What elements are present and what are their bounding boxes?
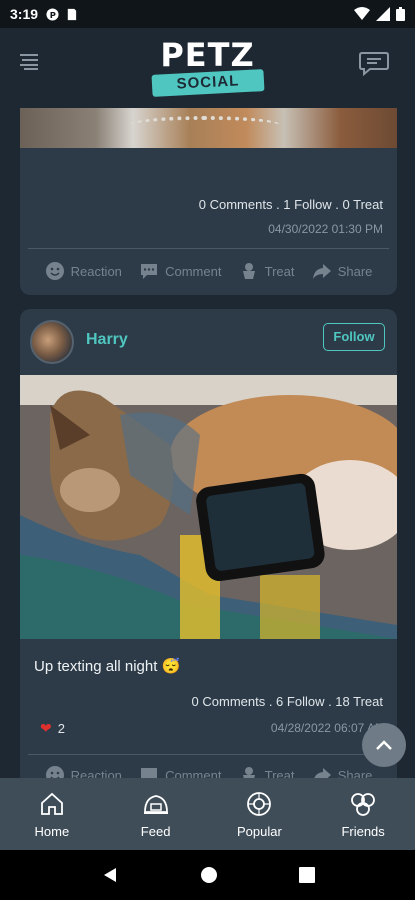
scroll-to-top-button[interactable] [362,723,406,767]
share-icon [313,768,331,778]
home-circle-icon[interactable] [200,866,218,884]
share-button[interactable]: Share [312,261,373,281]
logo-social: SOCIAL [151,69,264,97]
battery-icon [396,7,405,21]
comment-button[interactable]: Comment [139,765,221,778]
status-bar: 3:19 P [0,0,415,28]
treat-icon [242,263,255,279]
nav-feed-label: Feed [140,823,171,839]
reaction-icon [45,766,64,778]
likes-count: 2 [57,721,65,736]
reaction-label: Reaction [70,263,122,279]
dog-photo-image [20,375,397,639]
treat-icon [242,767,255,778]
svg-text:P: P [50,9,56,19]
post-caption: Up texting all night 😴 [34,658,181,675]
wifi-icon [354,7,370,20]
post-actions: Reaction Comment Treat Share [20,765,397,778]
signal-icon [376,7,390,21]
divider [28,754,389,755]
app-notification-icon: P [46,7,59,21]
app-header: PETZ SOCIAL [0,28,415,108]
comment-label: Comment [165,767,222,779]
nav-popular-label: Popular [236,823,282,839]
treat-button[interactable]: Treat [239,765,295,778]
heart-icon: ❤ [40,720,52,736]
reaction-icon [45,262,64,280]
reaction-button[interactable]: Reaction [45,765,122,778]
treat-label: Treat [264,767,295,779]
bottom-nav: Home Feed Popular Friends [0,778,415,850]
chat-icon[interactable] [359,50,389,76]
avatar[interactable] [30,320,74,364]
status-time: 3:19 [10,6,39,22]
logo-petz: PETZ [160,36,255,74]
post-date: 04/30/2022 01:30 PM [268,222,383,236]
nav-feed[interactable]: Feed [116,790,196,839]
post-photo[interactable] [20,108,397,148]
collar-chain [130,116,280,134]
app-logo: PETZ SOCIAL [150,38,265,100]
comment-icon [141,768,158,778]
back-icon[interactable] [101,866,119,884]
post-card: 0 Comments . 1 Follow . 0 Treat 04/30/20… [20,108,397,295]
treat-button[interactable]: Treat [239,261,295,281]
post-card: Harry Follow Up texting all night 😴 0 Co… [20,309,397,778]
nav-home-label: Home [34,823,70,839]
feed-icon [143,794,168,814]
username[interactable]: Harry [86,331,128,349]
likes[interactable]: ❤ 2 [40,720,65,737]
post-header: Harry Follow [20,309,397,375]
recents-icon[interactable] [298,867,315,883]
sd-card-icon [67,8,77,20]
comment-icon [141,264,158,279]
share-label: Share [337,263,373,279]
reaction-label: Reaction [70,767,122,779]
chevron-up-icon [376,740,392,750]
reaction-button[interactable]: Reaction [45,261,122,281]
follow-button[interactable]: Follow [323,323,385,351]
system-nav-bar [0,850,415,900]
comment-button[interactable]: Comment [139,261,221,281]
feed[interactable]: 0 Comments . 1 Follow . 0 Treat 04/30/20… [0,108,415,778]
divider [28,248,389,249]
popular-icon [247,791,272,816]
nav-popular[interactable]: Popular [219,790,299,839]
friends-icon [351,792,376,816]
post-stats: 0 Comments . 6 Follow . 18 Treat [191,694,383,709]
share-icon [312,264,331,279]
treat-label: Treat [264,263,295,279]
post-photo[interactable] [20,375,397,639]
home-icon [40,792,63,815]
share-button[interactable]: Share [312,765,373,779]
nav-friends[interactable]: Friends [323,790,403,839]
share-label: Share [337,767,373,779]
post-actions: Reaction Comment Treat Share [20,261,397,281]
nav-friends-label: Friends [341,823,385,839]
nav-home[interactable]: Home [12,790,92,839]
menu-icon[interactable] [18,50,40,72]
post-stats: 0 Comments . 1 Follow . 0 Treat [198,197,383,212]
comment-label: Comment [165,263,222,279]
status-right [354,7,405,21]
